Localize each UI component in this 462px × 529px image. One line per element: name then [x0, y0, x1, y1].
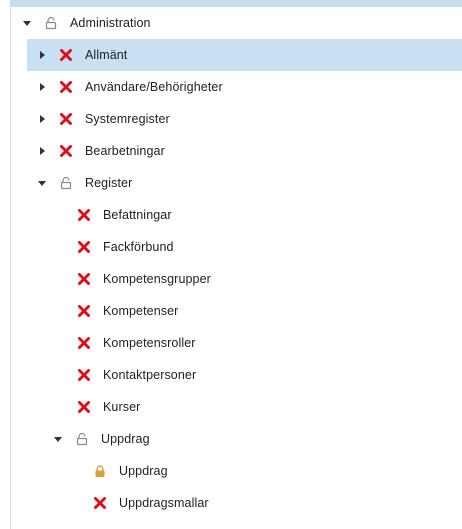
- lock-open-icon: [57, 174, 75, 192]
- tree-leaf-kontaktpersoner[interactable]: Kontaktpersoner: [0, 359, 462, 391]
- lock-open-icon: [42, 14, 60, 32]
- tree-node-label: Kurser: [103, 400, 141, 414]
- tree-leaf-kompetensgrupper[interactable]: Kompetensgrupper: [0, 263, 462, 295]
- tree-node-label: Fackförbund: [103, 240, 174, 254]
- red-x-icon: [57, 46, 75, 64]
- tree-node-label: Användare/Behörigheter: [85, 80, 223, 94]
- tree-node-label: Allmänt: [85, 48, 128, 62]
- tree-leaf-uppdrag[interactable]: Uppdrag: [0, 455, 462, 487]
- tree-leaf-fackforbund[interactable]: Fackförbund: [0, 231, 462, 263]
- caret-down-icon[interactable]: [35, 176, 49, 190]
- lock-open-icon: [73, 430, 91, 448]
- red-x-icon: [75, 366, 93, 384]
- tree-node-label: Systemregister: [85, 112, 170, 126]
- tree-node-label: Uppdrag: [101, 432, 150, 446]
- red-x-icon: [75, 302, 93, 320]
- red-x-icon: [91, 494, 109, 512]
- tree-node-label: Kontaktpersoner: [103, 368, 197, 382]
- red-x-icon: [57, 78, 75, 96]
- tree-node-label: Administration: [70, 16, 151, 30]
- tree-node-allmant[interactable]: Allmänt: [27, 39, 462, 71]
- admin-tree: Administration Allmänt Användare/Behörig…: [0, 7, 462, 519]
- caret-right-icon[interactable]: [35, 144, 49, 158]
- tree-leaf-uppdragsmallar[interactable]: Uppdragsmallar: [0, 487, 462, 519]
- tree-node-label: Uppdrag: [119, 464, 168, 478]
- red-x-icon: [57, 110, 75, 128]
- red-x-icon: [75, 206, 93, 224]
- tree-node-administration[interactable]: Administration: [0, 7, 462, 39]
- tree-leaf-kompetenser[interactable]: Kompetenser: [0, 295, 462, 327]
- tree-node-label: Uppdragsmallar: [119, 496, 209, 510]
- header-strip: [10, 0, 462, 7]
- tree-node-bearbetningar[interactable]: Bearbetningar: [0, 135, 462, 167]
- lock-closed-icon: [91, 462, 109, 480]
- red-x-icon: [75, 270, 93, 288]
- caret-right-icon[interactable]: [35, 80, 49, 94]
- tree-node-label: Bearbetningar: [85, 144, 165, 158]
- tree-node-label: Kompetensroller: [103, 336, 196, 350]
- caret-right-icon[interactable]: [35, 112, 49, 126]
- red-x-icon: [75, 334, 93, 352]
- tree-node-anvandare[interactable]: Användare/Behörigheter: [0, 71, 462, 103]
- red-x-icon: [75, 398, 93, 416]
- tree-node-label: Register: [85, 176, 133, 190]
- tree-node-label: Kompetenser: [103, 304, 179, 318]
- tree-node-systemregister[interactable]: Systemregister: [0, 103, 462, 135]
- red-x-icon: [57, 142, 75, 160]
- tree-node-label: Befattningar: [103, 208, 172, 222]
- tree-node-register[interactable]: Register: [0, 167, 462, 199]
- tree-node-uppdrag[interactable]: Uppdrag: [0, 423, 462, 455]
- tree-leaf-kurser[interactable]: Kurser: [0, 391, 462, 423]
- tree-node-label: Kompetensgrupper: [103, 272, 211, 286]
- caret-down-icon[interactable]: [51, 432, 65, 446]
- red-x-icon: [75, 238, 93, 256]
- caret-down-icon[interactable]: [20, 16, 34, 30]
- tree-leaf-befattningar[interactable]: Befattningar: [0, 199, 462, 231]
- tree-leaf-kompetensroller[interactable]: Kompetensroller: [0, 327, 462, 359]
- caret-right-icon[interactable]: [35, 48, 49, 62]
